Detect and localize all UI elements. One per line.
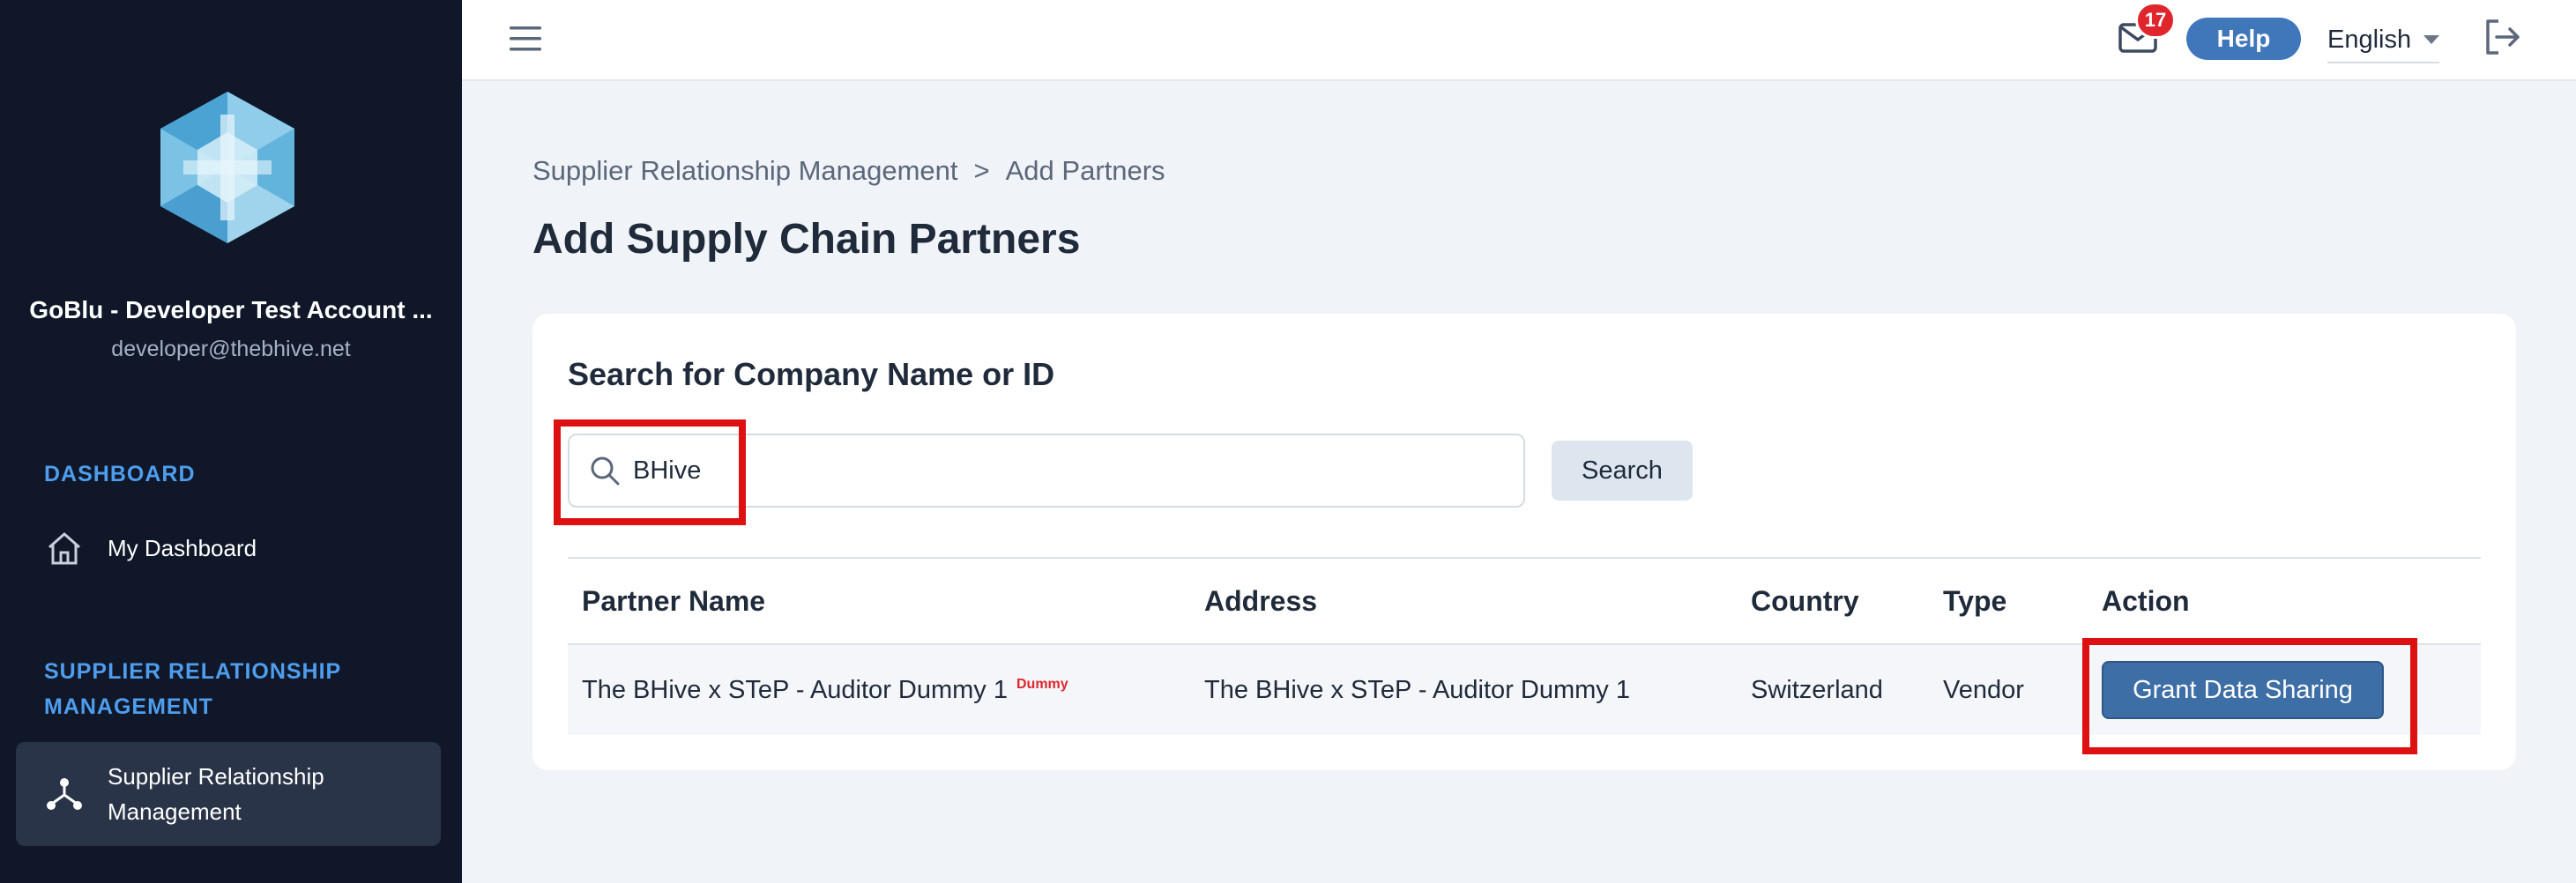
breadcrumb: Supplier Relationship Management > Add P… (532, 155, 1165, 187)
sidebar-item-label: Supplier Relationship Management (108, 759, 324, 829)
section-label-dashboard: DASHBOARD (44, 462, 196, 486)
partner-name: The BHive x STeP - Auditor Dummy 1 (582, 675, 1008, 704)
search-input-highlight (554, 419, 746, 525)
sidebar-item-my-dashboard[interactable]: My Dashboard (16, 523, 441, 573)
breadcrumb-parent-link[interactable]: Supplier Relationship Management (532, 155, 958, 187)
section-label-line: SUPPLIER RELATIONSHIP (44, 659, 342, 684)
sidebar-item-supplier-relationship-management[interactable]: Supplier Relationship Management (16, 742, 441, 846)
dummy-tag: Dummy (1016, 676, 1068, 692)
language-value: English (2327, 25, 2412, 54)
network-icon (47, 778, 82, 810)
breadcrumb-current: Add Partners (1005, 155, 1165, 186)
section-label-srm: SUPPLIER RELATIONSHIP MANAGEMENT (44, 654, 341, 724)
logout-icon[interactable] (2483, 18, 2521, 56)
search-input[interactable] (633, 456, 1426, 486)
chevron-down-icon (2423, 35, 2440, 44)
language-select[interactable]: English (2327, 21, 2440, 63)
column-header-address: Address (1204, 584, 1318, 617)
sidebar-item-label: My Dashboard (108, 534, 257, 561)
country-cell: Switzerland (1751, 675, 1883, 704)
bhive-logo-icon (160, 92, 294, 243)
table-header: Partner Name Address Country Type Action (568, 557, 2481, 645)
column-header-country: Country (1751, 584, 1859, 617)
section-label-line: MANAGEMENT (44, 694, 213, 719)
sidebar-item-label-line: Supplier Relationship (108, 763, 324, 790)
column-header-partner-name: Partner Name (582, 584, 766, 617)
column-header-type: Type (1943, 584, 2007, 617)
breadcrumb-separator: > (973, 155, 990, 186)
sidebar-item-label-line: Management (108, 798, 242, 825)
home-icon (48, 532, 80, 565)
help-button[interactable]: Help (2186, 18, 2301, 60)
account-name: GoBlu - Developer Test Account ... (29, 296, 433, 323)
address-cell: The BHive x STeP - Auditor Dummy 1 (1204, 675, 1630, 704)
account-email: developer@thebhive.net (111, 337, 351, 361)
column-header-action: Action (2102, 584, 2190, 617)
search-heading: Search for Company Name or ID (568, 356, 1055, 392)
partner-name-cell: The BHive x STeP - Auditor Dummy 1 Dummy (582, 676, 1068, 705)
top-bar: 17 Help English (462, 0, 2576, 81)
type-cell: Vendor (1943, 675, 2024, 704)
search-button[interactable]: Search (1552, 441, 1693, 501)
notification-badge: 17 (2135, 2, 2176, 39)
menu-icon[interactable] (508, 23, 543, 55)
grant-button-highlight (2082, 638, 2417, 754)
sidebar: GoBlu - Developer Test Account ... devel… (0, 0, 462, 883)
page-title: Add Supply Chain Partners (532, 216, 1081, 263)
